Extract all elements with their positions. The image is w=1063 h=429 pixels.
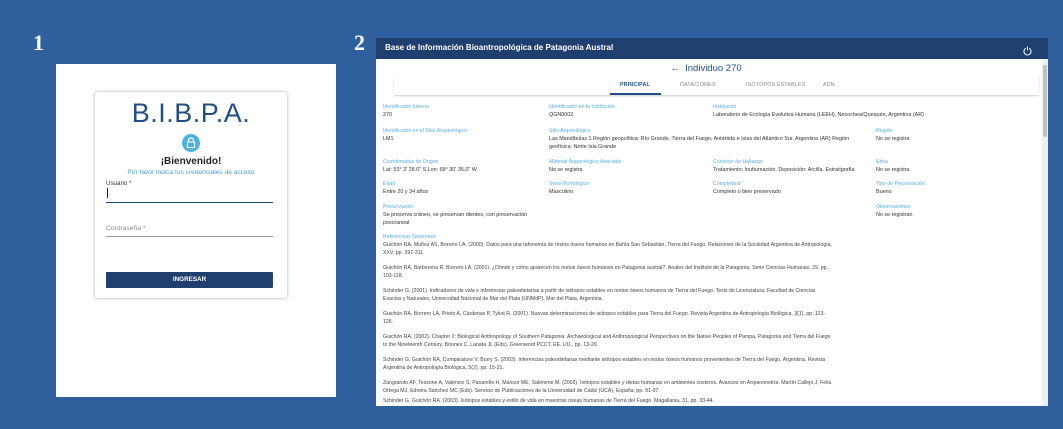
text-cursor: [107, 188, 108, 198]
login-subtitle: Por favor indica tus credenciales de acc…: [127, 169, 255, 176]
lock-icon: [182, 134, 200, 152]
password-label: Contraseña *: [106, 225, 146, 232]
field-value: Laboratorio de Ecología Evolutiva Humana…: [713, 112, 924, 118]
power-icon[interactable]: [1023, 43, 1032, 61]
field-value: Tratamiento: Inuhumación. Deposición: Ar…: [713, 167, 855, 173]
field-value: No se registran: [876, 212, 913, 218]
tab-dataciones[interactable]: DATACIONES: [680, 82, 716, 88]
tab-adn[interactable]: ADN: [823, 82, 835, 88]
field-value: No se registra: [549, 167, 583, 173]
active-tab-indicator: [610, 93, 661, 95]
reference-item: Guichón RA, Borrero LA, Prieto A, Cárden…: [383, 311, 826, 325]
field-value: Las Mandíbulas 1 Región geopolítica: Río…: [549, 136, 850, 150]
app-title: Base de Información Bioantropológica de …: [385, 43, 614, 52]
login-card: B.I.B.P.A. ¡Bienvenido! Por favor indica…: [95, 92, 287, 298]
reference-item: Guichón RA, Muñoz AS, Borrero LA. (2000)…: [383, 242, 832, 256]
references-section: Referencias Generales Guichón RA, Muñoz …: [383, 234, 1023, 404]
field-value: Bueno: [876, 189, 892, 195]
username-label: Usuario *: [106, 180, 132, 187]
welcome-heading: ¡Bienvenido!: [160, 156, 222, 167]
arrow-left-icon[interactable]: ←: [670, 63, 680, 74]
field-value: No se registra: [876, 136, 910, 142]
field-value: LM1: [383, 136, 394, 142]
password-input[interactable]: [106, 236, 273, 237]
field-value: No se registra: [876, 167, 910, 173]
reference-item: Schinder G, Guichón RA, Comparatore V, B…: [383, 357, 826, 371]
tab-principal[interactable]: PRINCIPAL: [620, 82, 650, 88]
field-label: Identificador Interno: [383, 104, 429, 110]
field-label: Coordenadas de Origen: [383, 159, 439, 165]
field-label: Observaciones: [876, 204, 911, 210]
field-value: QGN0002: [549, 112, 574, 118]
username-input[interactable]: [106, 202, 273, 203]
app-logo: B.I.B.P.A.: [131, 98, 251, 128]
field-label: Identificador en el Sitio Arqueológico: [383, 128, 467, 134]
field-value: Masculino: [549, 189, 574, 195]
field-label: Tipo de Preservación: [876, 181, 925, 187]
app-screenshot-panel: Base de Información Bioantropológica de …: [376, 38, 1048, 406]
field-value: Entre 20 y 34 años: [383, 189, 429, 195]
field-value: Completo o bien preservado: [713, 189, 781, 195]
scrollbar[interactable]: [1042, 59, 1048, 406]
reference-item: Schinder G, Guichón RA. (2003). Isótopos…: [383, 398, 715, 404]
panel-number-2: 2: [354, 30, 365, 55]
field-label: Edad: [383, 181, 396, 187]
field-label: Completitud: [713, 181, 741, 187]
field-value: Se preserva cráneo, se preservan dientes…: [383, 212, 528, 226]
reference-item: Schinder G. (2001). Indicadores de vida …: [383, 288, 816, 302]
reference-item: Guichón RA, Barberena R, Borrero LA. (20…: [383, 265, 828, 279]
field-value: 270: [383, 112, 392, 118]
field-label: Contexto de Hallazgo: [713, 159, 763, 165]
login-screenshot-panel: B.I.B.P.A. ¡Bienvenido! Por favor indica…: [56, 64, 336, 397]
individual-label: Individuo 270: [685, 63, 742, 74]
field-label: Región: [876, 128, 893, 134]
field-label: Identificador en la Institución: [549, 104, 615, 110]
field-label: Sitio Arqueológico: [549, 128, 591, 134]
scrollbar-thumb[interactable]: [1043, 65, 1047, 137]
tab-bar: PRINCIPAL DATACIONES ISOTOPOS ESTABLES A…: [394, 76, 1039, 95]
field-label: Etnia: [876, 159, 888, 165]
tab-isotopos-estables[interactable]: ISOTOPOS ESTABLES: [746, 82, 805, 88]
individual-title: ← Individuo 270: [376, 63, 1036, 74]
login-button[interactable]: INGRESAR: [106, 272, 273, 288]
field-label: Material Arqueológico Asociado: [549, 159, 622, 165]
field-label: Preservación: [383, 204, 414, 210]
panel-number-1: 1: [33, 30, 44, 55]
reference-item: Guichón RA. (2002). Chapter 2: Biologica…: [383, 334, 831, 348]
reference-item: Zangrando AF, Tessone A, Valencio S, Pan…: [383, 380, 832, 394]
field-label: Sexo Morfológico: [549, 181, 590, 187]
field-value: Lat: 53° 3' 28.0" S Lon: 68° 30' 35.0" W: [383, 167, 477, 173]
app-header: Base de Información Bioantropológica de …: [376, 38, 1048, 59]
field-label: Institución: [713, 104, 737, 110]
references-label: Referencias Generales: [383, 234, 437, 240]
